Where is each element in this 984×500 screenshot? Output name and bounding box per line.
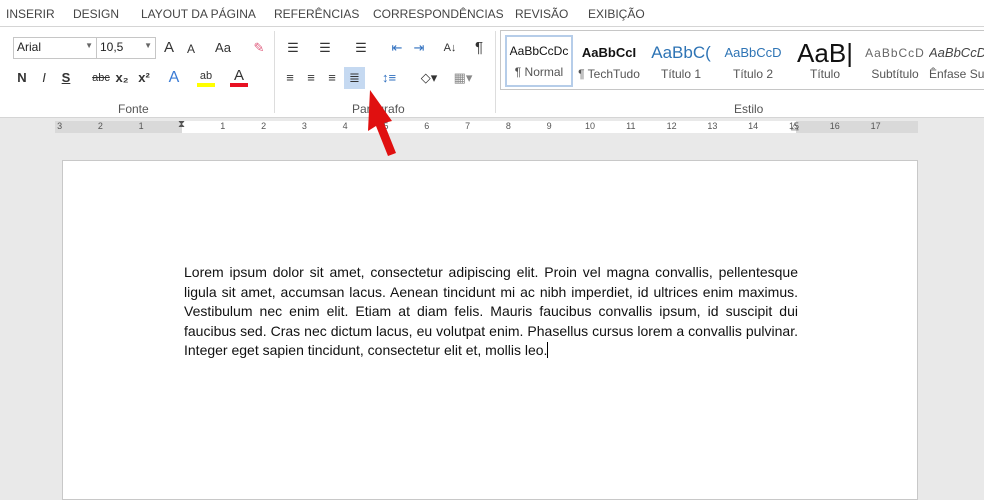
right-indent-icon[interactable]: △ bbox=[791, 121, 799, 132]
align-right-button[interactable]: ≡ bbox=[323, 67, 341, 89]
chevron-down-icon: ▼ bbox=[85, 41, 93, 50]
ruler-number: 2 bbox=[261, 121, 267, 131]
superscript-button[interactable]: x² bbox=[136, 67, 152, 89]
bold-button[interactable]: N bbox=[14, 67, 30, 89]
multilevel-list-button[interactable]: ☰ bbox=[350, 37, 372, 59]
ruler-number: 10 bbox=[584, 121, 596, 131]
font-size-select[interactable]: 10,5 ▼ bbox=[96, 37, 156, 59]
style-techtudo[interactable]: AaBbCcI ¶ TechTudo bbox=[573, 39, 645, 93]
clear-formatting-icon[interactable]: ✎ bbox=[250, 37, 268, 59]
styles-group-label: Estilo bbox=[734, 102, 764, 116]
underline-button[interactable]: S bbox=[58, 67, 74, 89]
borders-button[interactable]: ▦▾ bbox=[450, 67, 476, 89]
tab-layout[interactable]: LAYOUT DA PÁGINA bbox=[141, 7, 256, 21]
style-titulo-1[interactable]: AaBbC(Título 1 bbox=[645, 39, 717, 93]
divider bbox=[274, 31, 275, 113]
text-cursor bbox=[547, 342, 549, 358]
shrink-font-button[interactable]: A bbox=[183, 38, 199, 60]
increase-indent-button[interactable]: ⇥ bbox=[410, 37, 428, 59]
ruler-number: 3 bbox=[57, 121, 63, 131]
tab-exibicao[interactable]: EXIBIÇÃO bbox=[588, 7, 645, 21]
chevron-down-icon: ▼ bbox=[144, 41, 152, 50]
style-normal[interactable]: AaBbCcDc ¶ Normal bbox=[505, 35, 573, 87]
ribbon-tabs: INSERIR DESIGN LAYOUT DA PÁGINA REFERÊNC… bbox=[0, 0, 984, 27]
ruler-number: 3 bbox=[301, 121, 307, 131]
numbering-button[interactable]: ☰ bbox=[314, 37, 336, 59]
change-case-button[interactable]: Aa bbox=[208, 37, 238, 59]
ruler-number: 1 bbox=[220, 121, 226, 131]
align-left-button[interactable]: ≡ bbox=[281, 67, 299, 89]
highlight-button[interactable]: ab bbox=[197, 65, 215, 87]
ruler-number: 9 bbox=[546, 121, 552, 131]
ruler-number: 11 bbox=[626, 121, 636, 131]
align-center-button[interactable]: ≡ bbox=[302, 67, 320, 89]
paragraph-text: Lorem ipsum dolor sit amet, consectetur … bbox=[184, 264, 798, 358]
document-page[interactable]: Lorem ipsum dolor sit amet, consectetur … bbox=[62, 160, 918, 500]
font-color-button[interactable]: A bbox=[230, 65, 248, 87]
tab-correspondencias[interactable]: CORRESPONDÊNCIAS bbox=[373, 7, 504, 21]
ruler-number: 4 bbox=[342, 121, 348, 131]
tab-design[interactable]: DESIGN bbox=[73, 7, 119, 21]
ruler-number: 17 bbox=[870, 121, 881, 131]
font-size-value: 10,5 bbox=[100, 40, 124, 54]
divider bbox=[495, 31, 496, 113]
strikethrough-button[interactable]: abc bbox=[90, 67, 112, 89]
tab-revisao[interactable]: REVISÃO bbox=[515, 7, 568, 21]
sort-button[interactable]: A↓ bbox=[440, 37, 460, 59]
tab-inserir[interactable]: INSERIR bbox=[6, 7, 55, 21]
style-titulo-2[interactable]: AaBbCcD Título 2 bbox=[717, 39, 789, 93]
tab-referencias[interactable]: REFERÊNCIAS bbox=[274, 7, 359, 21]
document-body[interactable]: Lorem ipsum dolor sit amet, consectetur … bbox=[184, 263, 798, 361]
grow-font-button[interactable]: A bbox=[160, 37, 178, 59]
decrease-indent-button[interactable]: ⇤ bbox=[388, 37, 406, 59]
indent-marker-icon[interactable]: ⧗ bbox=[178, 119, 185, 130]
bullets-button[interactable]: ☰ bbox=[282, 37, 304, 59]
font-name-select[interactable]: Arial ▼ bbox=[13, 37, 97, 59]
styles-gallery: AaBbCcDc ¶ Normal AaBbCcI ¶ TechTudo AaBbC… bbox=[500, 30, 984, 90]
style-subtitulo[interactable]: AaBbCcD Subtítulo bbox=[859, 39, 931, 93]
ruler-number: 2 bbox=[97, 121, 103, 131]
ruler-number: 8 bbox=[505, 121, 511, 131]
red-arrow-annotation bbox=[368, 90, 396, 156]
text-effects-button[interactable]: A bbox=[166, 67, 182, 89]
subscript-button[interactable]: x₂ bbox=[114, 67, 130, 89]
ruler-number: 13 bbox=[707, 121, 718, 131]
ruler-number: 6 bbox=[424, 121, 430, 131]
style-titulo[interactable]: AaB| Título bbox=[789, 39, 861, 93]
italic-button[interactable]: I bbox=[36, 67, 52, 89]
ruler-number: 14 bbox=[748, 121, 759, 131]
ruler-number: 12 bbox=[666, 121, 677, 131]
ruler-number: 1 bbox=[138, 121, 144, 131]
ruler-number: 16 bbox=[829, 121, 840, 131]
style-enfase-sutil[interactable]: AaBbCcD Ênfase Sut bbox=[929, 39, 984, 93]
ribbon: Arial ▼ 10,5 ▼ A A Aa ✎ N I S abc x₂ x² A … bbox=[0, 27, 984, 118]
shading-button[interactable]: ◇▾ bbox=[416, 67, 442, 89]
font-name-value: Arial bbox=[17, 40, 42, 54]
ruler-number: 7 bbox=[465, 121, 471, 131]
show-marks-button[interactable]: ¶ bbox=[471, 37, 487, 59]
font-group-label: Fonte bbox=[118, 102, 149, 116]
